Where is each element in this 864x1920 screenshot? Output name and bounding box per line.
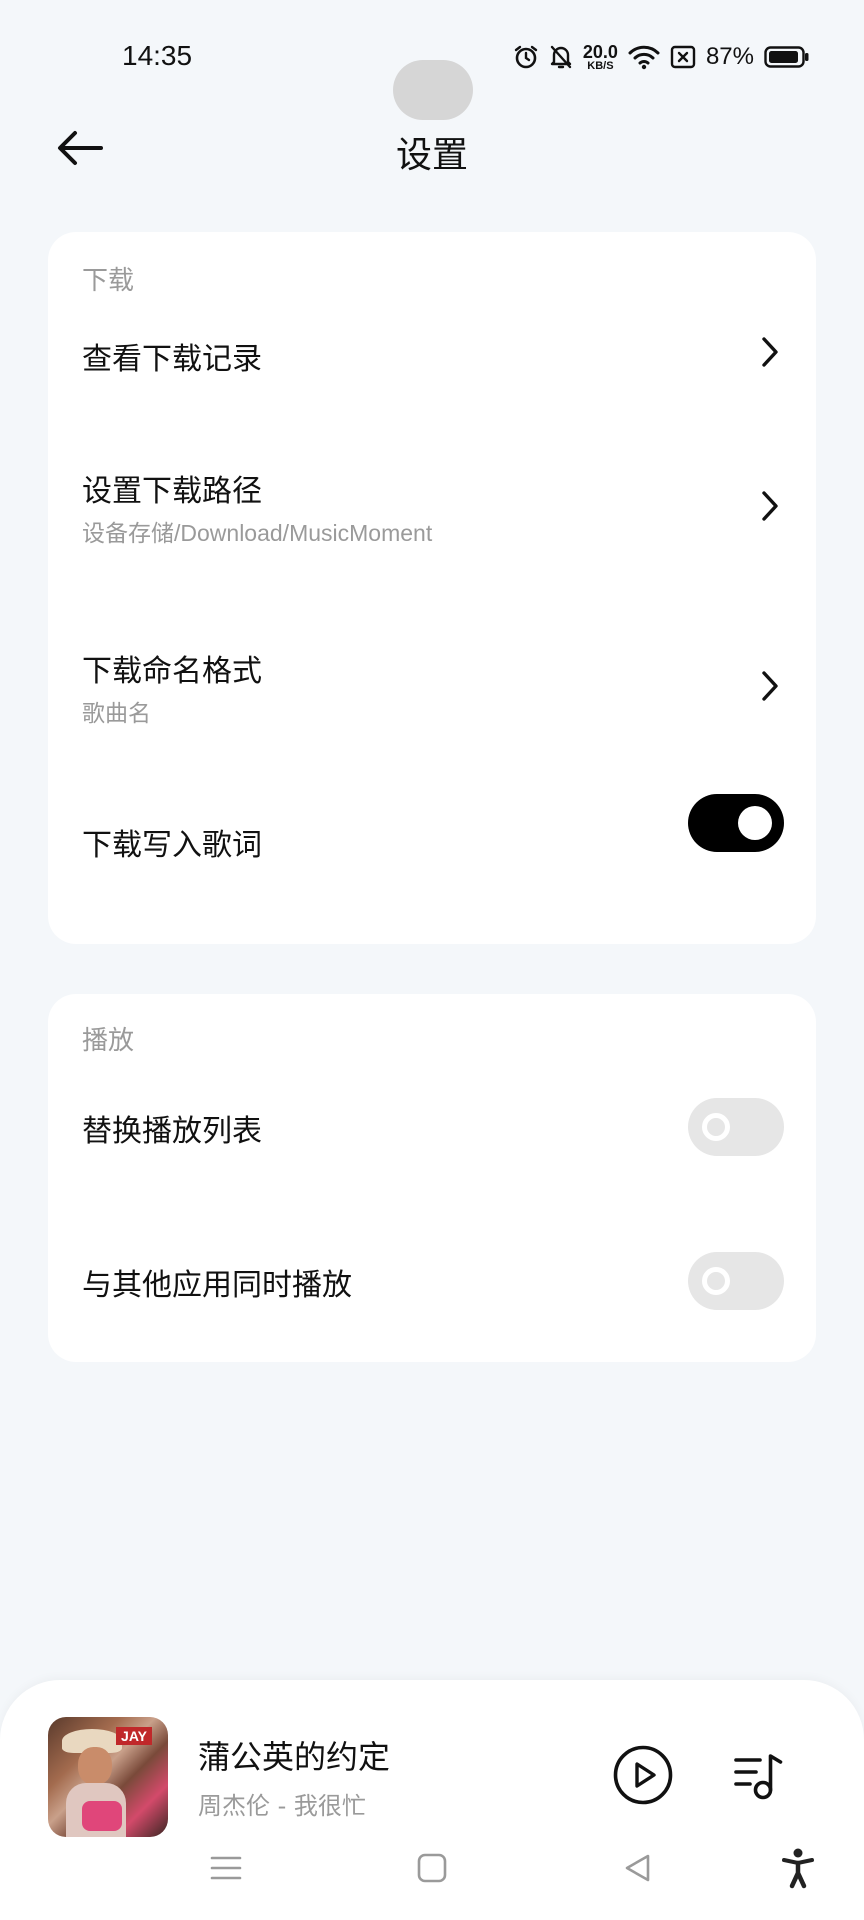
toggle-knob [702,1267,730,1295]
back-nav-button[interactable] [614,1846,662,1894]
row-download-path[interactable]: 设置下载路径 设备存储/Download/MusicMoment [48,430,816,560]
row-view-download-history[interactable]: 查看下载记录 [48,294,816,410]
wifi-icon [628,44,660,70]
accessibility-icon [781,1847,815,1893]
status-icons: 20.0 KB/S 87% [513,40,810,74]
album-cover[interactable]: JAY [48,1717,168,1837]
menu-button[interactable] [202,1846,250,1894]
song-artist-album: 周杰伦 - 我很忙 [198,1792,366,1820]
replace-playlist-toggle[interactable] [688,1098,784,1156]
row-title: 替换播放列表 [82,1114,262,1149]
toggle-knob [702,1113,730,1141]
row-title: 与其他应用同时播放 [82,1268,352,1303]
album-art-face [78,1747,112,1785]
section-label-download: 下载 [82,266,135,296]
row-replace-playlist: 替换播放列表 [48,1090,816,1190]
row-title: 查看下载记录 [82,342,262,377]
network-speed-value: 20.0 [582,41,618,62]
song-title: 蒲公英的约定 [198,1738,391,1776]
row-subtitle: 歌曲名 [82,700,151,726]
status-time: 14:35 [122,40,193,71]
playlist-icon [730,1754,790,1810]
play-with-other-apps-toggle[interactable] [688,1252,784,1310]
system-navigation-bar [0,1840,864,1900]
row-title: 设置下载路径 [82,474,262,509]
section-label-playback: 播放 [82,1026,135,1056]
network-speed: 20.0 KB/S [583,43,618,72]
download-settings-card: 下载 查看下载记录 设置下载路径 设备存储/Download/MusicMome… [48,232,816,944]
back-triangle-icon [622,1852,654,1888]
album-tag: JAY [116,1727,152,1745]
play-button[interactable] [612,1744,674,1806]
home-button[interactable] [408,1846,456,1894]
row-download-naming-format[interactable]: 下载命名格式 歌曲名 [48,606,816,736]
battery-icon [764,45,810,69]
alarm-icon [513,44,539,70]
no-sim-icon [670,44,696,70]
page-title: 设置 [395,135,468,176]
row-title: 下载命名格式 [82,654,262,689]
bell-off-icon [549,44,573,70]
status-bar: 14:35 20.0 KB/S 87% [0,0,864,120]
header: 设置 [0,110,864,190]
battery-percent: 87% [705,43,754,70]
chevron-right-icon [750,332,790,372]
row-subtitle: 设备存储/Download/MusicMoment [82,520,433,546]
chevron-right-icon [750,666,790,706]
play-icon [612,1745,674,1810]
row-play-with-other-apps: 与其他应用同时播放 [48,1242,816,1342]
album-art-bag [82,1801,122,1831]
menu-icon [210,1854,242,1886]
home-square-icon [416,1852,448,1888]
row-title: 下载写入歌词 [82,828,262,863]
toggle-knob [738,806,772,840]
playback-settings-card: 播放 替换播放列表 与其他应用同时播放 [48,994,816,1362]
write-lyrics-toggle[interactable] [688,794,784,852]
network-speed-unit: KB/S [587,59,614,72]
row-write-lyrics: 下载写入歌词 [48,794,816,922]
accessibility-button[interactable] [774,1846,822,1894]
chevron-right-icon [750,486,790,526]
playlist-button[interactable] [730,1746,790,1806]
